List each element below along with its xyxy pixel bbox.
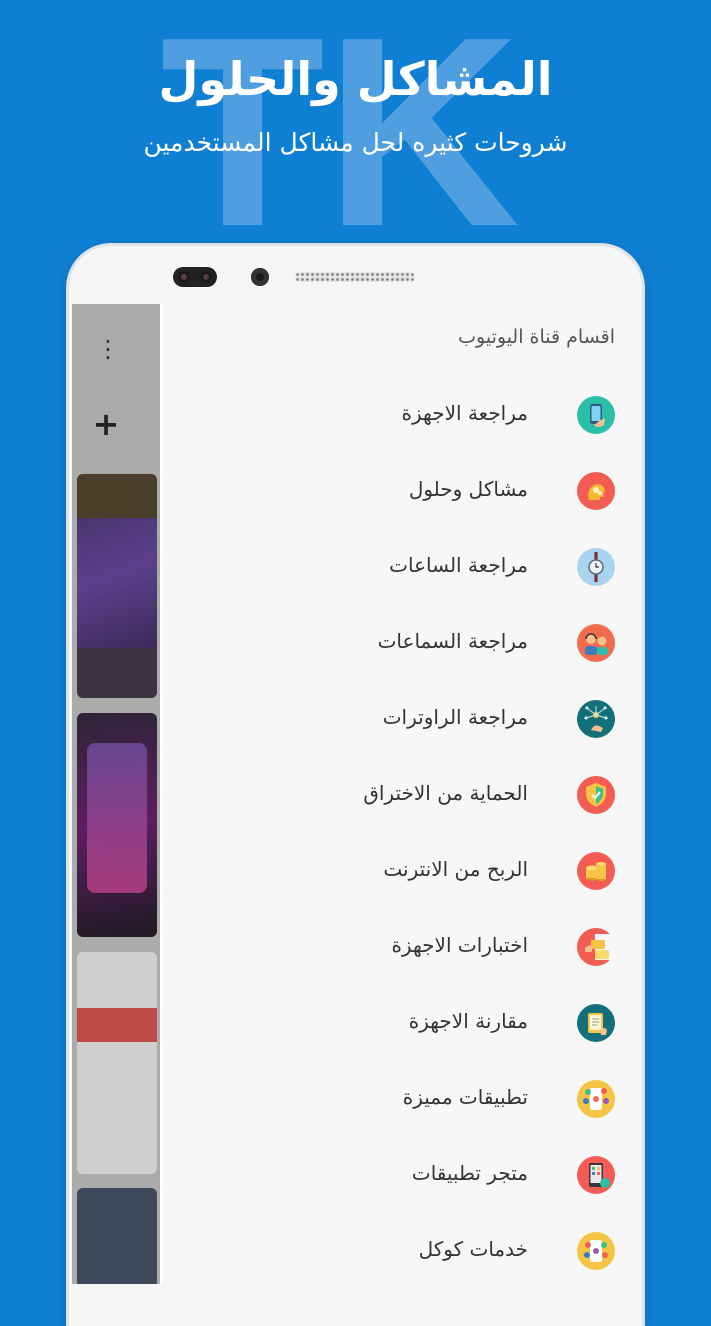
nav-item-label: مراجعة الاجهزة [401,401,528,425]
front-camera-icon [251,268,269,286]
nav-item-device-comparison[interactable]: مقارنة الاجهزة [162,991,639,1055]
video-thumbnail[interactable] [77,1188,157,1284]
phone-top-bezel [69,246,642,304]
nav-item-app-store[interactable]: متجر تطبيقات [162,1143,639,1207]
store-phone-icon [577,1156,615,1194]
video-thumbnail[interactable] [77,713,157,937]
test-cards-icon [577,928,615,966]
nav-item-label: الربح من الانترنت [383,857,528,881]
nav-item-device-reviews[interactable]: مراجعة الاجهزة [162,383,639,447]
kebab-menu-icon[interactable]: ⋮ [96,334,120,364]
nav-item-label: مراجعة السماعات [377,629,528,653]
add-icon[interactable]: + [92,408,120,440]
nav-item-featured-apps[interactable]: تطبيقات مميزة [162,1067,639,1131]
speaker-grille [295,272,415,282]
video-thumbnail[interactable] [77,474,157,698]
tablet-compare-icon [577,1004,615,1042]
dual-camera-icon [173,267,217,287]
nav-item-label: مقارنة الاجهزة [408,1009,528,1033]
shield-icon [577,776,615,814]
google-services-icon [577,1232,615,1270]
background-app: ⋮ + [72,304,160,1284]
phone-frame: ⋮ + اقسام قناة اليوتيوب مراجعة الاجهزة م… [69,246,642,1326]
nav-item-label: متجر تطبيقات [411,1161,528,1185]
nav-item-label: اختبارات الاجهزة [391,933,528,957]
nav-item-headphone-reviews[interactable]: مراجعة السماعات [162,611,639,675]
phone-screen: ⋮ + اقسام قناة اليوتيوب مراجعة الاجهزة م… [72,304,639,1284]
nav-item-label: مراجعة الساعات [389,553,528,577]
promo-title: المشاكل والحلول [158,52,553,106]
watch-icon [577,548,615,586]
nav-item-label: مراجعة الراوترات [382,705,528,729]
phone-hand-icon [577,396,615,434]
nav-item-router-reviews[interactable]: مراجعة الراوترات [162,687,639,751]
video-thumbnail[interactable] [77,952,157,1174]
drawer-header: اقسام قناة اليوتيوب [458,326,615,348]
nav-item-device-tests[interactable]: اختبارات الاجهزة [162,915,639,979]
head-gears-icon [577,472,615,510]
nav-item-label: خدمات كوكل [418,1237,528,1261]
promo-subtitle: شروحات كثيره لحل مشاكل المستخدمين [143,128,568,157]
headphones-people-icon [577,624,615,662]
coins-icon [577,852,615,890]
nav-item-online-earning[interactable]: الربح من الانترنت [162,839,639,903]
nav-item-label: مشاكل وحلول [408,477,528,501]
apps-phone-icon [577,1080,615,1118]
nav-item-label: الحماية من الاختراق [363,781,528,805]
network-hand-icon [577,700,615,738]
nav-item-google-services[interactable]: خدمات كوكل [162,1219,639,1283]
nav-item-watch-reviews[interactable]: مراجعة الساعات [162,535,639,599]
nav-item-hack-protection[interactable]: الحماية من الاختراق [162,763,639,827]
nav-item-label: تطبيقات مميزة [402,1085,528,1109]
navigation-drawer: اقسام قناة اليوتيوب مراجعة الاجهزة مشاكل… [162,304,639,1284]
nav-item-problems-solutions[interactable]: مشاكل وحلول [162,459,639,523]
